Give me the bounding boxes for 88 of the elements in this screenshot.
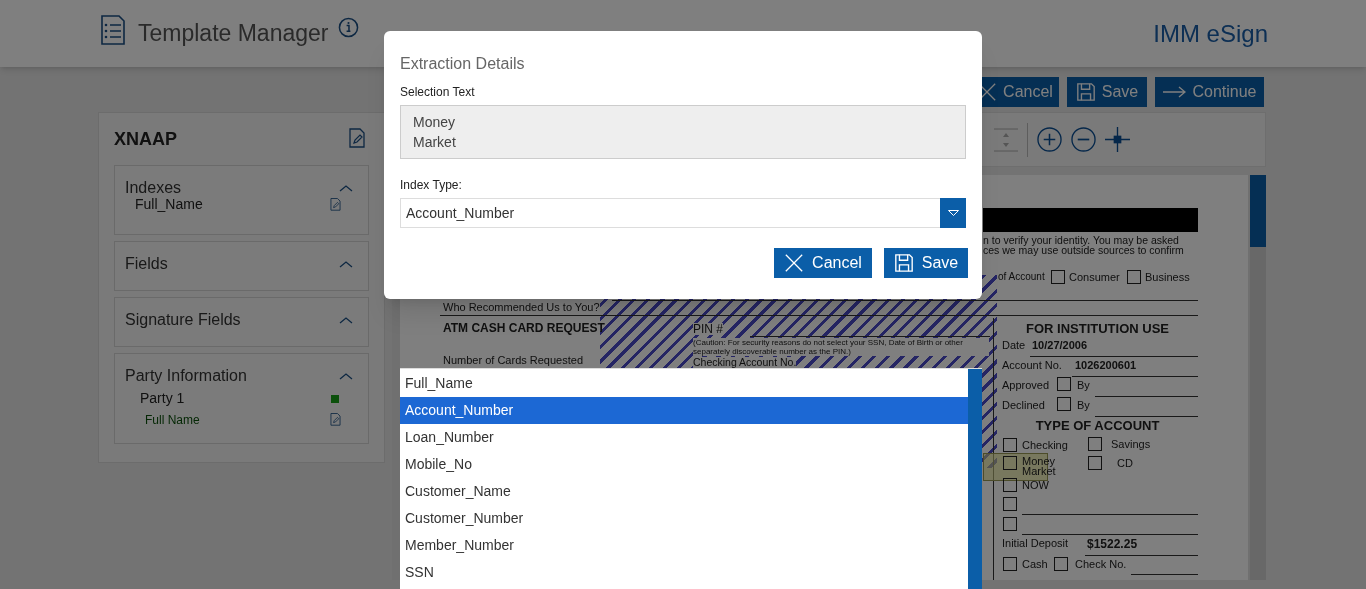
document-label: Savings — [1111, 439, 1151, 450]
checkbox[interactable] — [1057, 397, 1071, 411]
chevron-up-icon[interactable] — [338, 259, 354, 269]
arrow-right-icon — [1162, 84, 1187, 100]
scrollbar-thumb[interactable] — [968, 369, 982, 589]
document-text: (Caution: For security reasons do not select your SSN, Date of Birth or other separately discoverable number as the PIN.) — [693, 338, 989, 356]
dialog-title: Extraction Details — [400, 54, 526, 74]
checkbox[interactable] — [1003, 478, 1017, 492]
dropdown-option[interactable]: Full_Name — [400, 370, 968, 397]
info-icon[interactable] — [337, 17, 359, 38]
document-label: Account No. — [1002, 360, 1062, 371]
field-label: Selection Text — [400, 84, 476, 100]
section-title[interactable]: Party Information — [125, 364, 247, 388]
checkbox[interactable] — [1088, 437, 1102, 451]
document-heading: ATM CASH CARD REQUEST — [443, 322, 605, 334]
document-label: CD — [1117, 458, 1133, 469]
document-label: PIN # — [693, 323, 723, 335]
index-item[interactable]: Full_Name — [135, 194, 203, 215]
section-title[interactable]: Fields — [125, 252, 168, 276]
document-label: Approved — [1002, 380, 1050, 391]
dropdown-option[interactable]: Account_Number — [400, 397, 968, 424]
checkbox[interactable] — [1088, 456, 1102, 470]
dropdown-option[interactable]: Mobile_No — [400, 451, 968, 478]
chevron-up-icon[interactable] — [338, 315, 354, 325]
selection-text-field[interactable]: Money Market — [400, 105, 966, 159]
checkbox[interactable] — [1003, 438, 1017, 452]
continue-button[interactable]: Continue — [1155, 77, 1264, 107]
document-label: of Account — [998, 272, 1045, 282]
document-value: 10/27/2006 — [1032, 340, 1088, 351]
document-label: Check No. — [1075, 559, 1127, 570]
brand-name: IMM eSign — [1153, 20, 1268, 48]
dropdown-option[interactable]: Loan_Number — [400, 424, 968, 451]
checkbox[interactable] — [1003, 517, 1017, 531]
section-title[interactable]: Signature Fields — [125, 308, 241, 332]
party-field[interactable]: Full Name — [145, 411, 200, 429]
document-label: Checking Account No. — [693, 357, 797, 368]
document-label: Number of Cards Requested — [443, 355, 583, 366]
zoom-in-icon[interactable] — [1037, 127, 1062, 152]
close-icon — [784, 253, 805, 273]
index-type-select[interactable]: Account_Number — [400, 198, 966, 228]
chevron-up-icon[interactable] — [338, 371, 354, 381]
edit-icon[interactable] — [329, 412, 342, 428]
document-value: 1026200601 — [1075, 360, 1137, 371]
fit-page-icon[interactable] — [1105, 127, 1130, 152]
document-text: ces we may use outside sources to confirm — [983, 245, 1184, 256]
edit-icon[interactable] — [329, 196, 342, 213]
dropdown-option[interactable]: SSN — [400, 559, 968, 586]
checkbox[interactable] — [1003, 456, 1017, 470]
document-label: NOW — [1022, 480, 1049, 491]
document-heading: TYPE OF ACCOUNT — [1034, 419, 1161, 432]
document-label: Date — [1002, 340, 1026, 351]
document-label: Money Market — [1022, 456, 1057, 476]
zoom-out-icon[interactable] — [1071, 127, 1096, 152]
checkbox[interactable] — [1051, 270, 1065, 284]
field-label: Index Type: — [400, 177, 463, 193]
checkbox[interactable] — [1054, 557, 1068, 571]
checkbox[interactable] — [1057, 377, 1071, 391]
document-label: Who Recommended Us to You? — [443, 302, 600, 313]
page-title: Template Manager — [138, 19, 329, 47]
dropdown-toggle[interactable] — [940, 198, 966, 228]
party-name: Party 1 — [140, 389, 185, 408]
document-label: Business — [1145, 272, 1190, 283]
checklist-icon — [101, 15, 125, 45]
scrollbar[interactable] — [1250, 175, 1266, 580]
document-label: Declined — [1002, 400, 1045, 411]
document-label: Checking — [1022, 440, 1068, 451]
document-heading: FOR INSTITUTION USE — [1025, 322, 1170, 335]
chevron-up-icon[interactable] — [338, 183, 354, 193]
dropdown-option[interactable]: Customer_Number — [400, 505, 968, 532]
save-button[interactable]: Save — [884, 248, 968, 278]
checkbox[interactable] — [1003, 557, 1017, 571]
document-label: Initial Deposit — [1002, 538, 1069, 549]
save-button[interactable]: Save — [1067, 77, 1147, 107]
caret-down-icon — [947, 210, 959, 216]
edit-icon[interactable] — [347, 128, 367, 150]
cancel-button[interactable]: Cancel — [774, 248, 872, 278]
checkbox[interactable] — [1003, 497, 1017, 511]
dropdown-option[interactable]: Member_Number — [400, 532, 968, 559]
document-text: n to verify your identity. You may be asked — [983, 235, 1179, 246]
document-label: By — [1077, 400, 1090, 411]
dropdown-option[interactable]: Customer_Name — [400, 478, 968, 505]
document-label: Consumer — [1069, 272, 1120, 283]
document-label: By — [1077, 380, 1090, 391]
template-name: XNAAP — [114, 127, 177, 151]
document-label: Cash — [1022, 559, 1048, 570]
checkbox[interactable] — [1127, 270, 1141, 284]
scrollbar-thumb[interactable] — [1250, 175, 1266, 247]
document-value: $1522.25 — [1087, 538, 1138, 550]
